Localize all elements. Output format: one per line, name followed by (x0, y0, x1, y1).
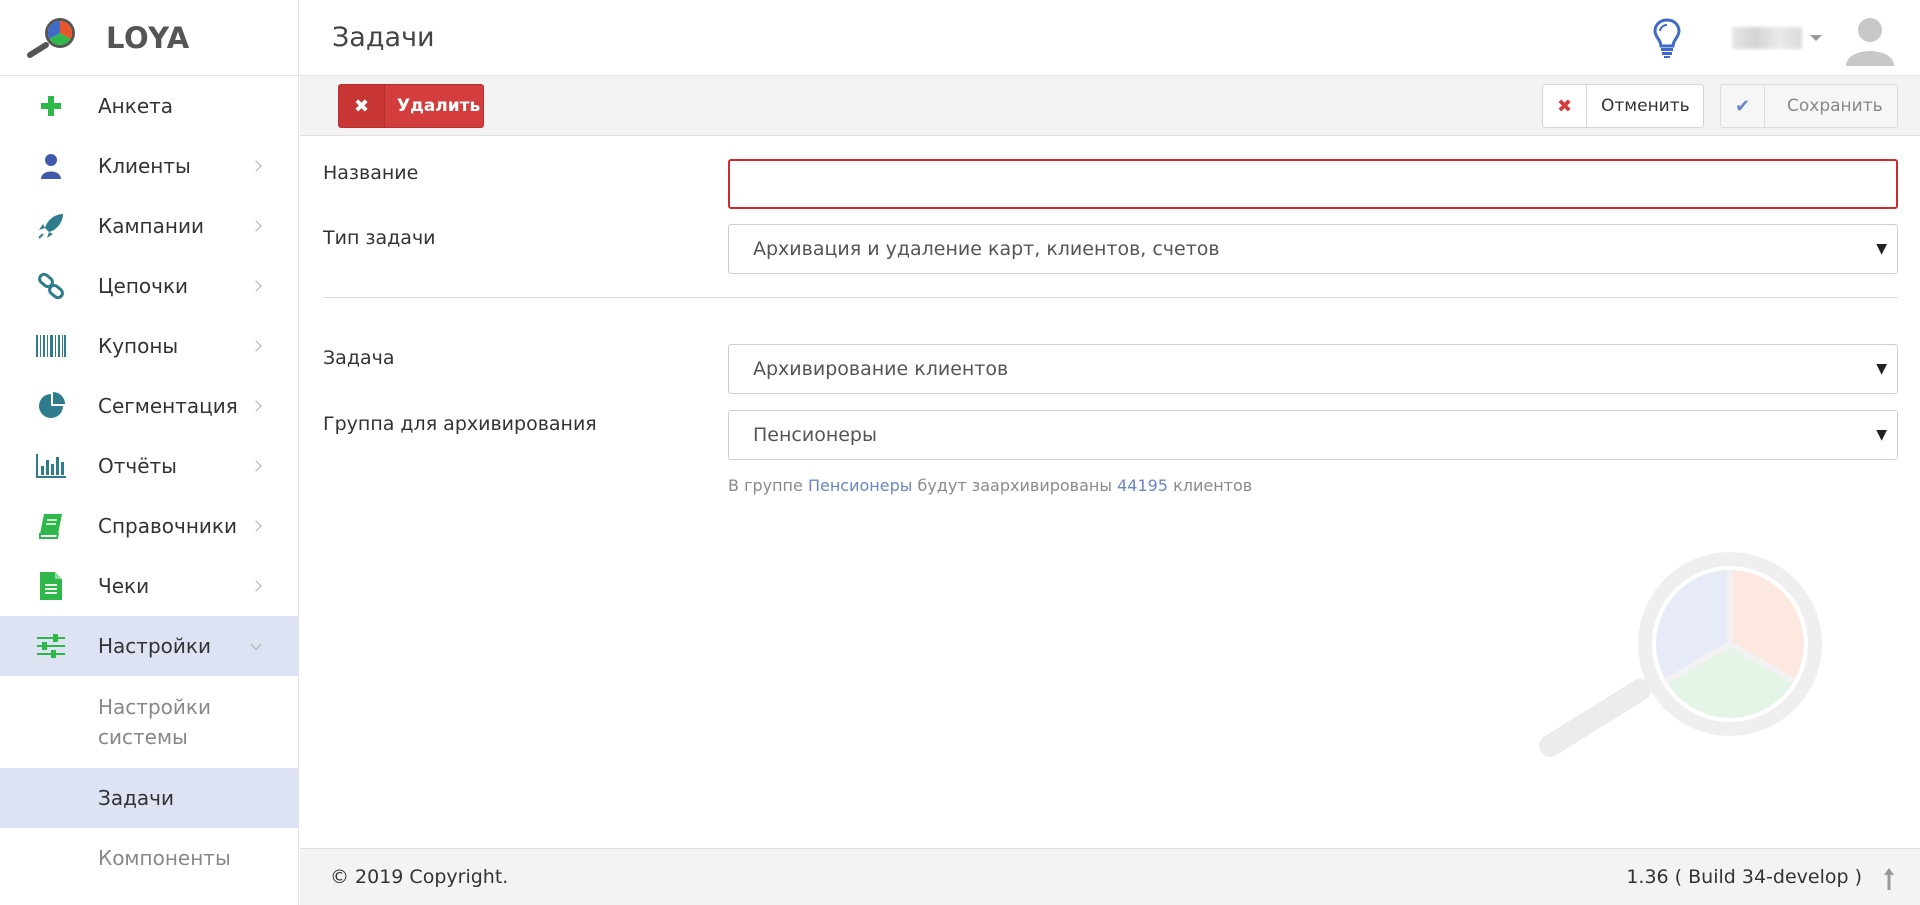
cancel-button-label: Отменить (1601, 96, 1690, 116)
sidebar-item-label: Чеки (98, 574, 150, 598)
chevron-right-icon (250, 160, 262, 172)
hint-prefix: В группе (728, 476, 803, 495)
sidebar-item-campaigns[interactable]: Кампании (0, 196, 298, 256)
copyright-text: © 2019 Copyright. (330, 866, 509, 888)
top-header: Задачи (300, 0, 1920, 76)
delete-button[interactable]: ✖ Удалить (338, 84, 484, 128)
sidebar-subitem-label: Компоненты (98, 846, 231, 870)
brand-name: LOYA (106, 20, 190, 55)
sidebar-item-clients[interactable]: Клиенты (0, 136, 298, 196)
user-icon (36, 151, 66, 181)
bar-chart-icon (36, 451, 66, 481)
page-title: Задачи (332, 22, 435, 53)
hint-count-link[interactable]: 44195 (1117, 476, 1168, 495)
dropdown-arrow-icon: ▼ (1876, 427, 1887, 443)
watermark-magnifier-icon (1539, 552, 1822, 757)
task-type-label: Тип задачи (323, 227, 436, 249)
hint-middle: будут заархивированы (917, 476, 1112, 495)
close-icon: ✖ (339, 85, 385, 127)
caret-down-icon[interactable] (1810, 35, 1822, 41)
name-label: Название (323, 162, 419, 184)
document-icon (36, 571, 66, 601)
sidebar-subitem-tasks[interactable]: Задачи (0, 768, 298, 828)
sidebar-subitem-components[interactable]: Компоненты (0, 828, 298, 888)
chevron-right-icon (250, 580, 262, 592)
form-divider (323, 297, 1898, 298)
sidebar-item-label: Настройки (98, 634, 211, 658)
chain-icon (36, 271, 66, 301)
task-type-select[interactable]: Архивация и удаление карт, клиентов, сче… (728, 224, 1898, 274)
lightbulb-icon[interactable] (1652, 17, 1682, 59)
task-type-value: Архивация и удаление карт, клиентов, сче… (753, 238, 1220, 260)
group-label: Группа для архивирования (323, 413, 597, 435)
chevron-right-icon (250, 520, 262, 532)
dropdown-arrow-icon: ▼ (1876, 361, 1887, 377)
form-row-group: Группа для архивирования Пенсионеры ▼ (323, 410, 1898, 460)
pie-icon (36, 391, 66, 421)
close-icon: ✖ (1543, 85, 1587, 127)
form-row-task-type: Тип задачи Архивация и удаление карт, кл… (323, 224, 1898, 274)
sidebar-subitem-system-settings[interactable]: Настройки системы (0, 676, 298, 768)
sidebar-item-segmentation[interactable]: Сегментация (0, 376, 298, 436)
version-text: 1.36 ( Build 34-develop ) (1626, 866, 1862, 888)
action-toolbar: ✖ Удалить ✖ Отменить ✔ Сохранить (300, 76, 1920, 136)
hint-suffix: клиентов (1173, 476, 1253, 495)
sidebar-item-chains[interactable]: Цепочки (0, 256, 298, 316)
save-button-label: Сохранить (1787, 96, 1883, 116)
group-value: Пенсионеры (753, 424, 877, 446)
sidebar-subitem-label: Настройки системы (98, 695, 211, 749)
avatar[interactable] (1842, 10, 1898, 66)
sidebar-item-settings[interactable]: Настройки (0, 616, 298, 676)
logo-magnifier-icon (27, 17, 75, 58)
sidebar: LOYA Анкета Клиенты Кампании Цепочки Куп… (0, 0, 299, 905)
task-value: Архивирование клиентов (753, 358, 1009, 380)
chevron-right-icon (250, 280, 262, 292)
sidebar-item-anketa[interactable]: Анкета (0, 76, 298, 136)
sliders-icon (36, 631, 66, 661)
chevron-down-icon (250, 638, 262, 651)
archive-hint: В группе Пенсионеры будут заархивированы… (728, 476, 1252, 495)
sidebar-item-receipts[interactable]: Чеки (0, 556, 298, 616)
sidebar-item-reports[interactable]: Отчёты (0, 436, 298, 496)
scroll-top-icon[interactable] (1882, 867, 1896, 891)
plus-icon (36, 91, 66, 121)
check-icon: ✔ (1721, 85, 1765, 127)
sidebar-item-label: Купоны (98, 334, 179, 358)
book-icon (36, 511, 66, 541)
sidebar-item-coupons[interactable]: Купоны (0, 316, 298, 376)
cancel-button[interactable]: ✖ Отменить (1542, 84, 1704, 128)
task-label: Задача (323, 347, 395, 369)
user-name-redacted[interactable] (1732, 27, 1802, 49)
delete-button-label: Удалить (397, 96, 481, 116)
name-input[interactable] (728, 159, 1898, 209)
sidebar-item-label: Сегментация (98, 394, 238, 418)
sidebar-item-label: Клиенты (98, 154, 191, 178)
header-actions (1652, 0, 1920, 76)
barcode-icon (36, 331, 66, 361)
chevron-right-icon (250, 340, 262, 352)
rocket-icon (36, 211, 66, 241)
sidebar-item-label: Анкета (98, 94, 174, 118)
chevron-right-icon (250, 400, 262, 412)
sidebar-item-label: Кампании (98, 214, 204, 238)
save-button[interactable]: ✔ Сохранить (1720, 84, 1898, 128)
sidebar-item-label: Цепочки (98, 274, 189, 298)
sidebar-item-label: Справочники (98, 514, 237, 538)
sidebar-subitem-label: Задачи (98, 786, 174, 810)
form-row-task: Задача Архивирование клиентов ▼ (323, 344, 1898, 394)
logo[interactable]: LOYA (0, 0, 298, 76)
chevron-right-icon (250, 460, 262, 472)
task-select[interactable]: Архивирование клиентов ▼ (728, 344, 1898, 394)
hint-group-link[interactable]: Пенсионеры (808, 476, 912, 495)
sidebar-item-directories[interactable]: Справочники (0, 496, 298, 556)
dropdown-arrow-icon: ▼ (1876, 241, 1887, 257)
group-select[interactable]: Пенсионеры ▼ (728, 410, 1898, 460)
sidebar-item-label: Отчёты (98, 454, 177, 478)
form-row-name: Название (323, 159, 1898, 209)
chevron-right-icon (250, 220, 262, 232)
footer: © 2019 Copyright. 1.36 ( Build 34-develo… (300, 848, 1920, 905)
